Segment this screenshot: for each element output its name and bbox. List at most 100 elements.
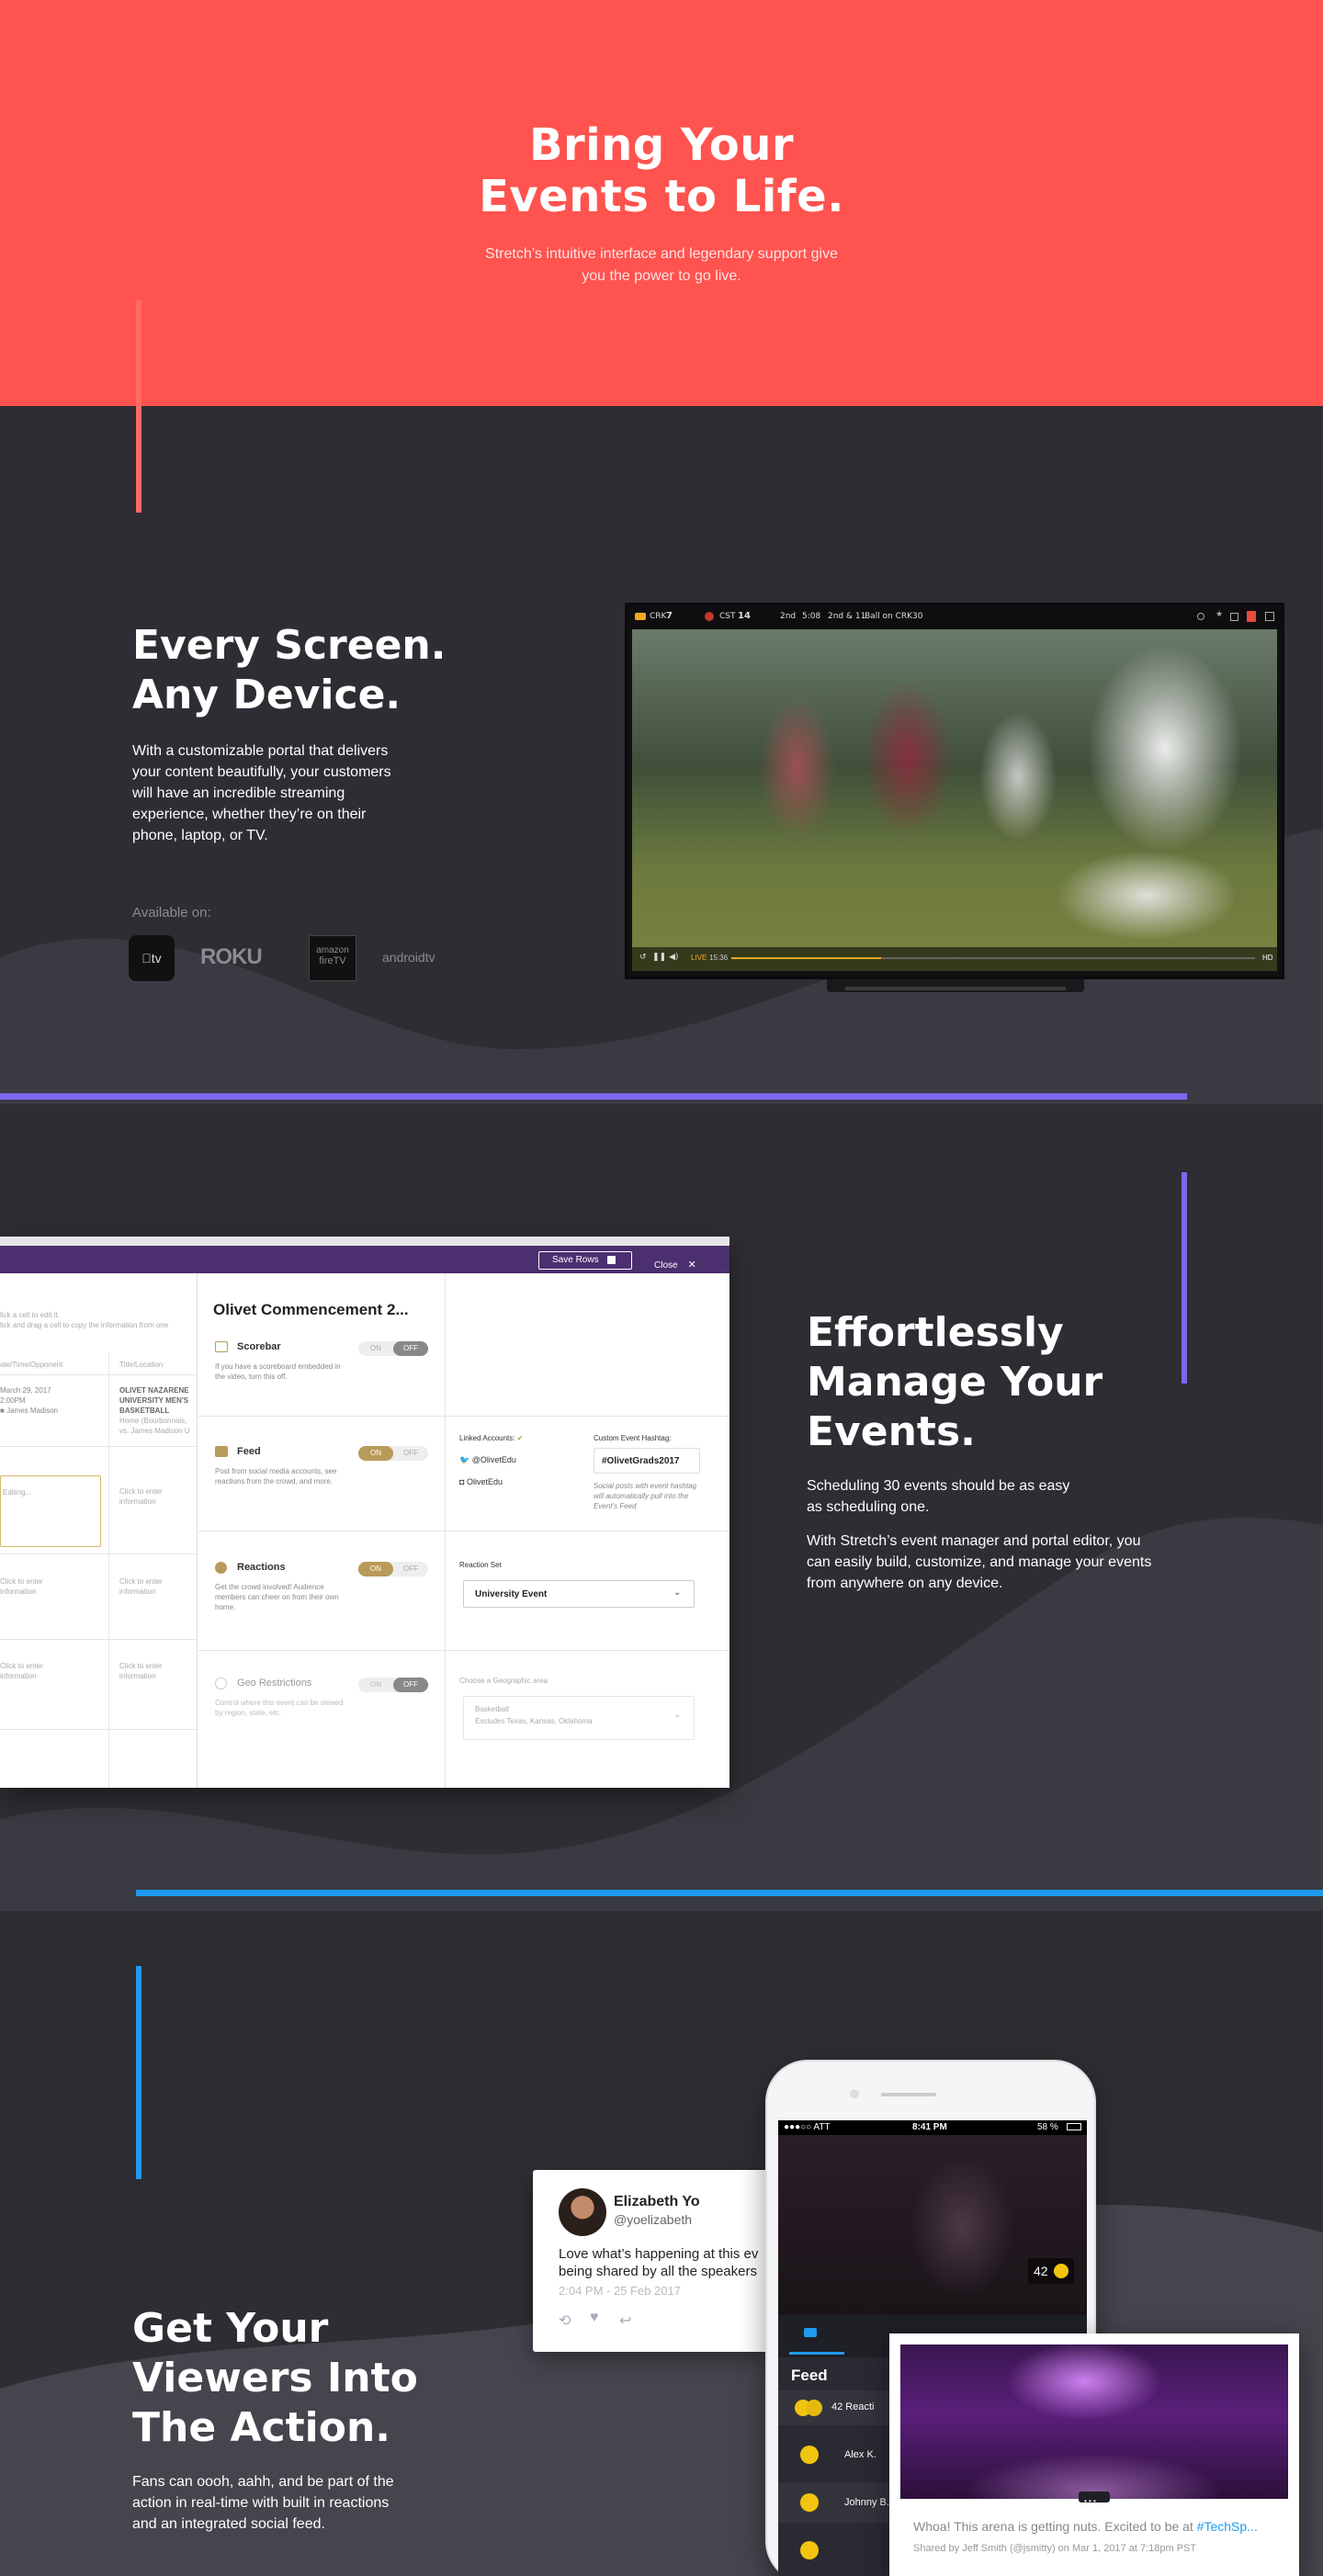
tv-scorebar: CRK 7 CST 14 2nd 5:08 2nd & 11 Ball on C…	[628, 605, 1282, 629]
post-image	[900, 2344, 1288, 2499]
table-cell[interactable]: Click to enter information	[0, 1661, 64, 1681]
chevron-down-icon: ⌄	[673, 1710, 682, 1720]
column-header-date: ate/Time/Opponent	[0, 1361, 63, 1369]
instagram-icon: ◘	[459, 1477, 465, 1486]
reaction-counter[interactable]: 42	[1028, 2258, 1074, 2284]
hashtag-input[interactable]: #OlivetGrads2017	[594, 1448, 700, 1474]
social-body: Fans can oooh, aahh, and be part of the …	[132, 2474, 394, 2532]
table-cell[interactable]: Click to enter information	[0, 1576, 64, 1597]
amazon-firetv-logo: amazon fireTV	[309, 935, 356, 981]
post-meta: Shared by Jeff Smith (@jsmitty) on Mar 1…	[913, 2543, 1197, 2554]
spreadsheet-hint: lick a cell to edit it. lick and drag a …	[0, 1311, 169, 1329]
globe-icon	[215, 1678, 227, 1689]
tweet-card[interactable]: Elizabeth Yo @yoelizabeth Love what’s ha…	[533, 2170, 772, 2352]
fullscreen-icon[interactable]	[1265, 612, 1274, 621]
available-label: Available on:	[132, 905, 211, 921]
smiley-icon	[800, 2541, 819, 2559]
reply-icon[interactable]: ↩	[619, 2311, 631, 2330]
table-cell[interactable]: Click to enter information	[119, 1486, 184, 1507]
twitter-account[interactable]: 🐦 @OlivetEdu	[459, 1455, 516, 1465]
reaction-set-label: Reaction Set	[459, 1561, 502, 1569]
tweet-timestamp: 2:04 PM - 25 Feb 2017	[559, 2284, 681, 2298]
scorebar-label: Scorebar	[237, 1341, 281, 1352]
close-button[interactable]: Close ✕	[654, 1254, 696, 1271]
social-post-card[interactable]: • • • Whoa! This arena is getting nuts. …	[889, 2333, 1299, 2576]
smiley-icon	[800, 2493, 819, 2512]
scorebar-toggle[interactable]: ON OFF	[358, 1341, 428, 1356]
reactions-toggle[interactable]: ON OFF	[358, 1562, 428, 1576]
team1-logo-icon	[635, 613, 646, 620]
devices-title: Every Screen. Any Device.	[132, 622, 447, 718]
rewind-icon[interactable]: ↺	[639, 953, 647, 962]
save-rows-button[interactable]: Save Rows	[538, 1251, 632, 1270]
phone-camera	[850, 2089, 859, 2098]
battery-icon	[1067, 2123, 1081, 2130]
tweet-text: Love what’s happening at this ev being s…	[559, 2246, 759, 2279]
progress-fill	[731, 957, 881, 959]
bookmark-icon[interactable]	[1247, 611, 1256, 622]
androidtv-logo: androidtv	[382, 950, 435, 965]
active-tab-indicator	[789, 2352, 844, 2355]
reactions-desc: Get the crowd involved! Audience members…	[215, 1583, 339, 1611]
chevron-down-icon: ⌄	[673, 1587, 682, 1598]
geo-desc: Control where this event can be viewed b…	[215, 1699, 344, 1717]
tweet-author-name: Elizabeth Yo	[614, 2194, 700, 2209]
smiley-icon	[806, 2400, 822, 2416]
tweet-author-handle: @yoelizabeth	[614, 2212, 693, 2227]
scorebar-icon	[215, 1341, 228, 1352]
geo-toggle[interactable]: ON OFF	[358, 1678, 428, 1692]
smiley-icon	[800, 2446, 819, 2464]
reactions-label: Reactions	[237, 1562, 286, 1573]
heart-icon[interactable]: ♥	[590, 2310, 599, 2326]
hero-subtitle: Stretch’s intuitive interface and legend…	[485, 246, 838, 284]
reactions-icon	[215, 1562, 227, 1574]
status-bar: ●●●○○ ATT 8:41 PM 58 %	[778, 2120, 1087, 2135]
editing-cell[interactable]: Editing...	[0, 1475, 101, 1547]
event-title: Olivet Commencement 2...	[213, 1301, 409, 1318]
feed-title: Feed	[791, 2367, 828, 2384]
carousel-dots[interactable]: • • •	[1079, 2491, 1110, 2505]
twitter-icon: 🐦	[459, 1455, 470, 1464]
instagram-account[interactable]: ◘ OlivetEdu	[459, 1477, 503, 1487]
feed-tab-icon[interactable]	[804, 2328, 817, 2337]
video-player[interactable]: 42	[778, 2135, 1087, 2315]
linked-accounts-label: Linked Accounts: ✔	[459, 1434, 524, 1442]
table-cell[interactable]: Click to enter information	[119, 1661, 184, 1681]
table-cell[interactable]: Click to enter information	[119, 1576, 184, 1597]
table-cell[interactable]: March 29, 2017 2:00PM ■ James Madison	[0, 1385, 101, 1416]
table-cell[interactable]: OLIVET NAZARENE UNIVERSITY MEN'S BASKETB…	[119, 1385, 197, 1436]
pause-icon[interactable]: ❚❚	[652, 953, 666, 962]
volume-icon[interactable]: ◀)	[669, 953, 678, 962]
geo-label: Geo Restrictions	[237, 1678, 312, 1689]
devices-body: With a customizable portal that delivers…	[132, 743, 391, 843]
section-divider	[0, 1093, 1187, 1100]
feed-label: Feed	[237, 1446, 261, 1457]
feed-toggle[interactable]: ON OFF	[358, 1446, 428, 1461]
share-icon[interactable]	[1230, 613, 1238, 621]
appletv-logo:  tv	[129, 935, 175, 981]
save-icon	[607, 1256, 616, 1264]
video-frame[interactable]	[632, 629, 1277, 971]
video-controls: ↺ ❚❚ ◀) LIVE 15:36 HD	[632, 947, 1277, 971]
hashtag-label: Custom Event Hashtag:	[594, 1434, 672, 1442]
manage-body-1: Scheduling 30 events should be as easy a…	[807, 1478, 1070, 1515]
info-icon[interactable]	[1197, 613, 1204, 620]
geo-area-select[interactable]: Basketball Excludes Texas, Kansas, Oklah…	[463, 1696, 695, 1740]
hero-title: Bring Your Events to Life.	[479, 119, 844, 222]
section-divider	[136, 1890, 1323, 1896]
reaction-set-select[interactable]: University Event ⌄	[463, 1580, 695, 1608]
scorebar-desc: If you have a scoreboard embedded in the…	[215, 1362, 341, 1381]
column-header-title: Title/Location	[119, 1361, 164, 1369]
roku-logo: ROKU	[200, 944, 263, 969]
manage-body-2: With Stretch’s event manager and portal …	[807, 1533, 1152, 1591]
feed-icon	[215, 1446, 228, 1457]
manage-title: Effortlessly Manage Your Events.	[807, 1309, 1103, 1455]
retweet-icon[interactable]: ⟲	[559, 2311, 571, 2330]
user-icon: ■	[0, 1407, 5, 1415]
hashtag-note: Social posts with event hashtag will aut…	[594, 1482, 697, 1510]
geo-area-label: Choose a Geographic area	[459, 1677, 548, 1685]
star-icon[interactable]: ★	[1216, 610, 1223, 619]
event-manager-header: Save Rows Close ✕	[0, 1246, 729, 1273]
tv-stand-base	[845, 987, 1066, 990]
team2-logo-icon	[705, 612, 714, 621]
